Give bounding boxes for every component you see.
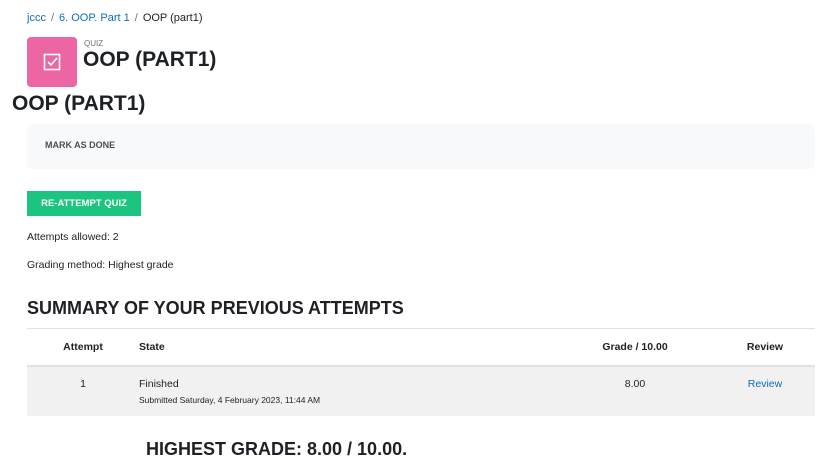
attempt-state: Finished Submitted Saturday, 4 February 2… [139,365,555,416]
review-cell: Review [715,365,815,416]
breadcrumb-current: OOP (part1) [142,12,203,24]
column-header: State [139,328,555,367]
reattempt-quiz-button[interactable]: RE-ATTEMPT QUIZ [27,191,141,216]
activity-type: QUIZ [84,39,104,48]
activity-title: OOP (PART1) [83,48,217,71]
attempts-table: Attempt State Grade / 10.00 Review 1 Fin… [27,328,815,416]
column-header: Attempt [27,328,139,367]
column-header: Grade / 10.00 [555,328,715,367]
attempts-allowed: Attempts allowed: 2 [27,231,119,243]
breadcrumb-course[interactable]: jccc [27,12,46,24]
mark-as-done-button[interactable]: MARK AS DONE [45,140,115,150]
state-text: Finished [139,377,179,390]
attempt-grade: 8.00 [555,365,715,416]
grading-method: Grading method: Highest grade [27,259,174,271]
attempt-number: 1 [27,365,139,416]
breadcrumb-section[interactable]: 6. OOP. Part 1 [59,12,130,24]
page-title: OOP (PART1) [12,92,146,115]
column-header: Review [715,328,815,367]
highest-grade: HIGHEST GRADE: 8.00 / 10.00. [146,439,408,459]
review-link[interactable]: Review [748,378,782,390]
table-row: 1 Finished Submitted Saturday, 4 February… [27,365,815,416]
submitted-date: Submitted Saturday, 4 February 2023, 11:… [139,394,321,405]
breadcrumb-separator: / [50,12,55,24]
quiz-checkbox-icon [27,37,77,87]
table-header-row: Attempt State Grade / 10.00 Review [27,328,815,367]
summary-heading: SUMMARY OF YOUR PREVIOUS ATTEMPTS [27,298,404,318]
completion-box: MARK AS DONE [27,124,815,169]
breadcrumb-separator: / [134,12,138,24]
breadcrumb: jccc / 6. OOP. Part 1 / OOP (part1) [27,12,203,24]
